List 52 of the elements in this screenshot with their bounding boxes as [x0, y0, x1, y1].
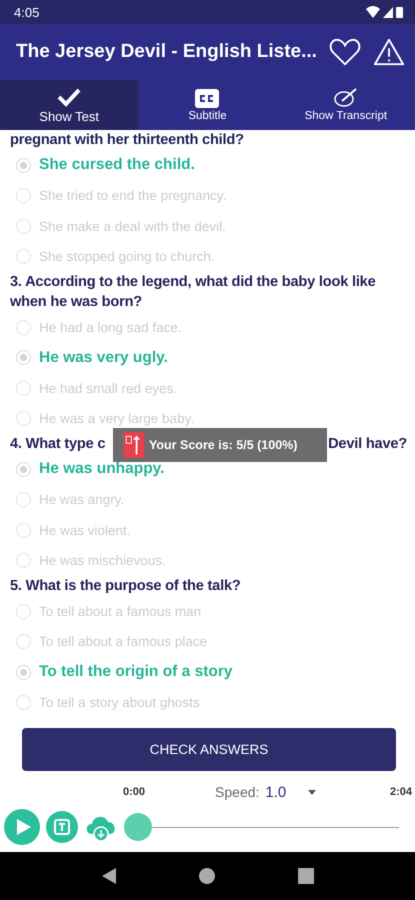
- option-text: To tell the origin of a story: [39, 663, 232, 682]
- back-icon[interactable]: [102, 868, 116, 884]
- heart-icon[interactable]: [328, 37, 361, 67]
- question-text: 4. What type c: [10, 435, 106, 454]
- radio-button[interactable]: [16, 492, 31, 508]
- speed-dropdown[interactable]: 1.0: [265, 784, 316, 800]
- radio-button[interactable]: [16, 411, 31, 426]
- radio-button[interactable]: [16, 320, 31, 335]
- radio-button[interactable]: [16, 158, 31, 173]
- radio-button[interactable]: [16, 350, 31, 366]
- speed-label: Speed:: [215, 784, 260, 800]
- question-text: 3. According to the legend, what did the baby look like when he was born?: [10, 273, 377, 312]
- option-text: She cursed the child.: [39, 156, 195, 174]
- tab[interactable]: Subtitle: [138, 80, 277, 130]
- radio-button[interactable]: [16, 604, 31, 619]
- caret-icon: [308, 790, 316, 794]
- translate-icon[interactable]: [46, 811, 78, 843]
- radio-button[interactable]: [16, 188, 31, 204]
- score-toast: Your Score is: 5/5 (100%): [113, 428, 327, 462]
- app-icon: [123, 432, 145, 458]
- check-icon: [57, 86, 82, 106]
- question-text: Devil have?: [328, 435, 407, 454]
- question-text: 5. What is the purpose of the talk?: [10, 577, 241, 596]
- radio-button[interactable]: [16, 380, 31, 396]
- radio-button[interactable]: [16, 695, 31, 710]
- app-title: The Jersey Devil - English Liste...: [16, 41, 317, 63]
- radio-button[interactable]: [16, 218, 31, 234]
- status-time: 4:05: [14, 4, 40, 20]
- current-time: 0:00: [123, 786, 146, 798]
- option-text: He was unhappy.: [39, 460, 164, 478]
- wifi-icon: [366, 6, 380, 18]
- pen-icon: [334, 88, 358, 108]
- radio-button[interactable]: [16, 553, 31, 568]
- signal-icon: [383, 6, 393, 18]
- home-icon[interactable]: [198, 868, 214, 884]
- battery-icon: [396, 6, 403, 18]
- radio-button[interactable]: [16, 634, 31, 650]
- tab[interactable]: Show Test: [0, 80, 138, 130]
- radio-button[interactable]: [16, 462, 31, 477]
- seek-thumb[interactable]: [124, 813, 152, 841]
- recents-icon[interactable]: [298, 868, 314, 884]
- radio-button[interactable]: [16, 664, 31, 680]
- warning-icon[interactable]: [372, 37, 405, 67]
- closed-caption-icon: [195, 88, 220, 108]
- question-text: pregnant with her thirteenth child?: [10, 131, 244, 150]
- option-text: He was very ugly.: [39, 348, 168, 367]
- radio-button[interactable]: [16, 249, 31, 264]
- total-time: 2:04: [390, 786, 412, 798]
- tab[interactable]: Show Transcript: [276, 80, 415, 130]
- play-icon[interactable]: [4, 809, 40, 845]
- check-answers-button[interactable]: CHECK ANSWERS: [22, 728, 396, 771]
- radio-button[interactable]: [16, 522, 31, 538]
